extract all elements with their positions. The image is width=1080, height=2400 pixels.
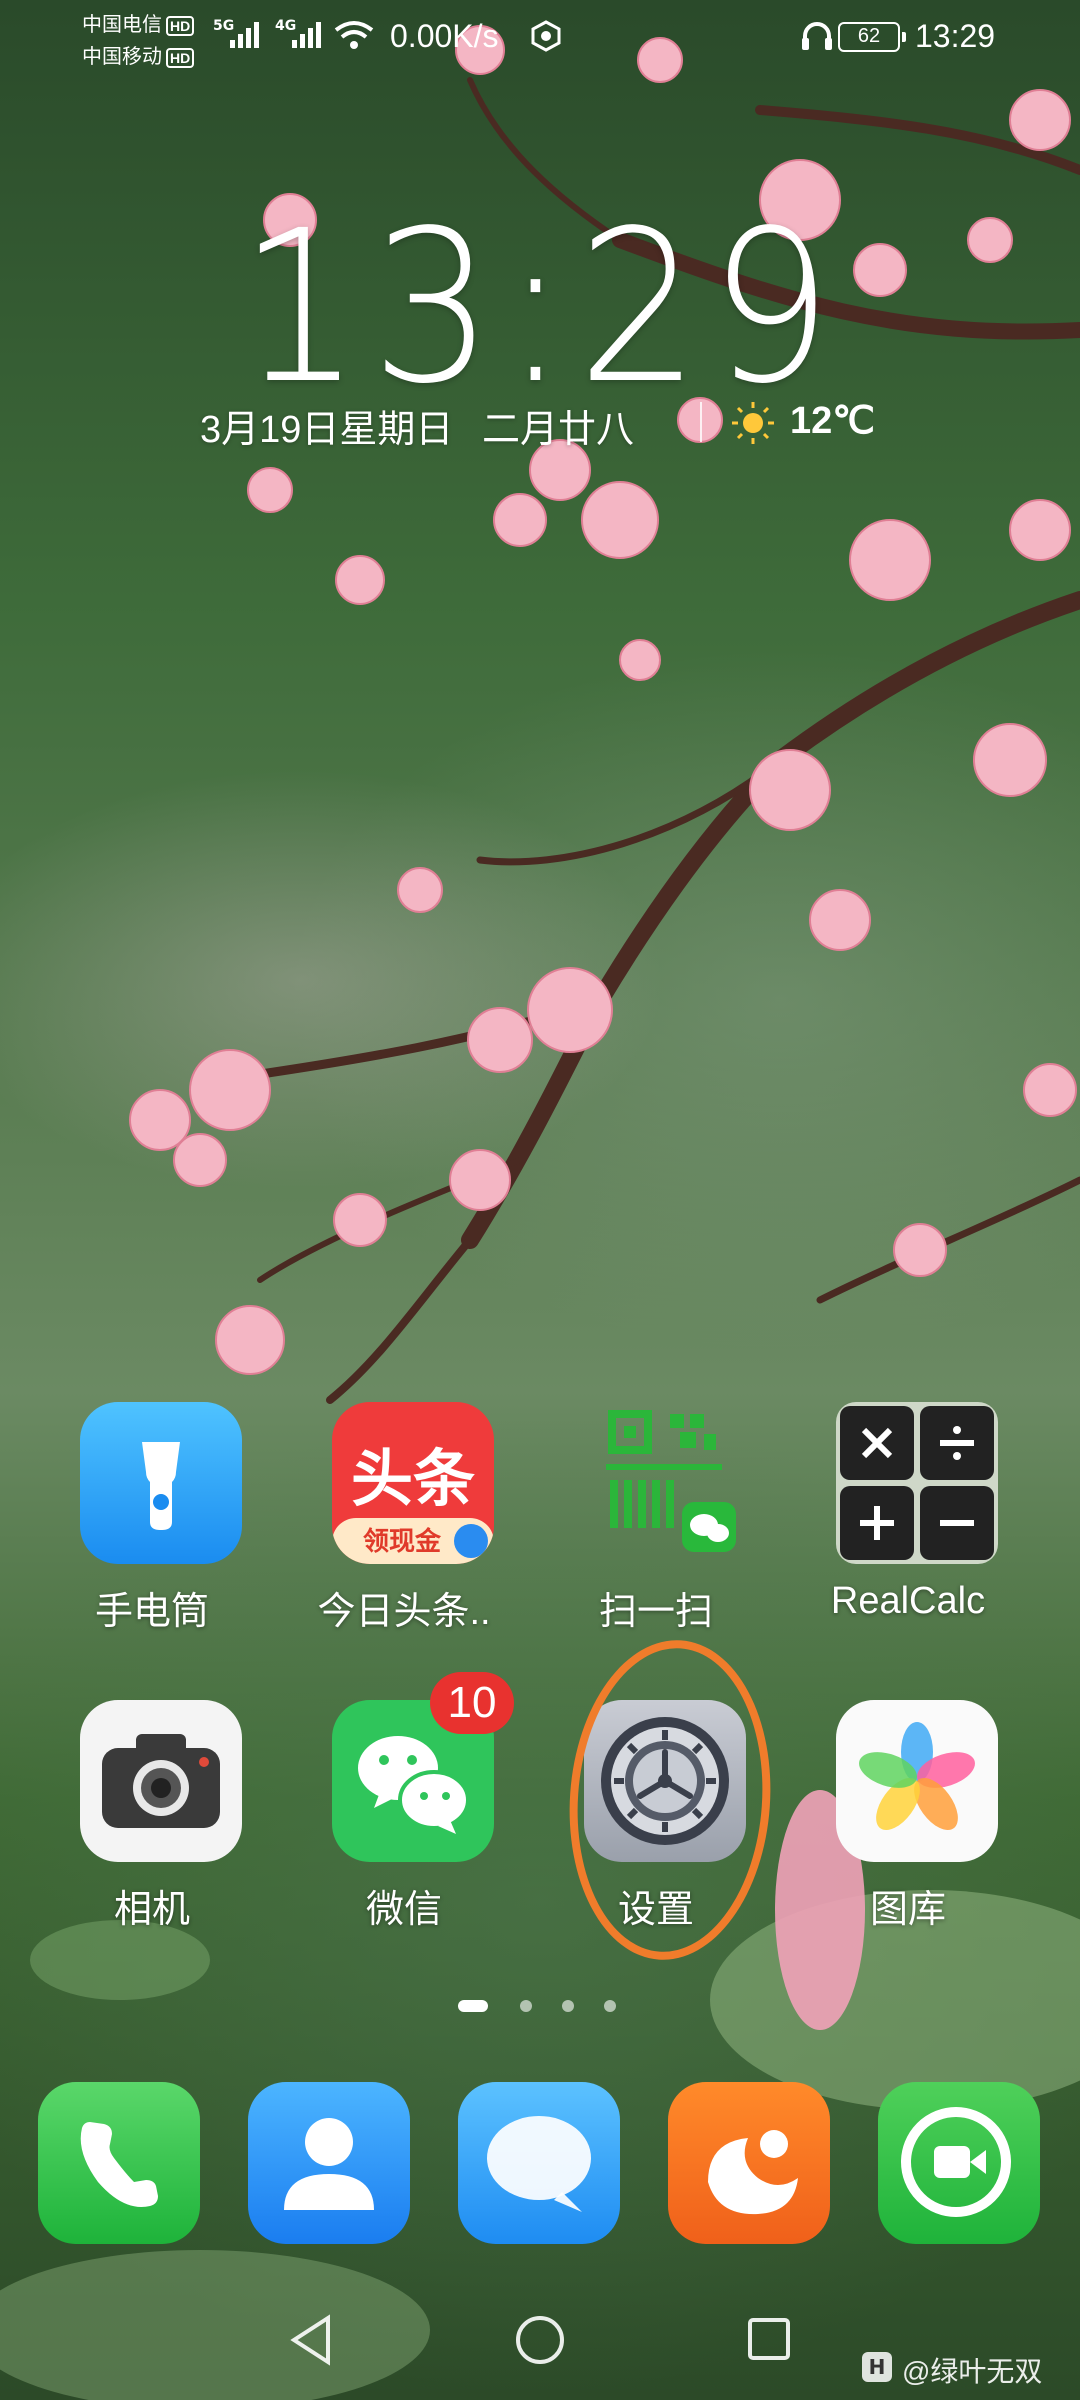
carrier-1: 中国电信 HD [82,8,195,37]
nfc-icon [531,20,561,52]
messages-icon [487,2116,591,2212]
app-label: 手电筒 [94,1591,209,1633]
gallery-icon [836,1700,998,1862]
page-dot [604,2000,616,2012]
uc-browser-icon [708,2130,798,2215]
toutiao-icon: 头条 领现金 [332,1402,494,1564]
camera-icon [80,1700,242,1862]
battery-indicator: 62 [838,22,906,52]
app-label: 今日头条.. [317,1591,491,1633]
dock-video-call[interactable] [878,2082,1040,2244]
app-gallery[interactable]: 图库 [818,1700,998,1940]
carrier-2: 中国移动 HD [82,40,195,69]
app-label: 微信 [365,1889,442,1931]
sun-icon [732,402,774,444]
phone-icon [80,2122,158,2207]
page-dot [562,2000,574,2012]
app-scan[interactable]: 扫一扫 [566,1402,746,1642]
flashlight-icon [80,1402,242,1564]
app-realcalc[interactable]: RealCalc [818,1402,998,1642]
lockscreen-clock[interactable]: 13:29 [43,185,1037,430]
back-button[interactable] [288,2310,334,2370]
temperature[interactable]: 12℃ [790,398,875,443]
headphones-icon [802,22,832,50]
recents-button[interactable] [744,2310,794,2370]
network-speed: 0.00K/s [390,18,499,54]
date-gregorian: 3月19日星期日 [200,409,454,451]
status-time: 13:29 [915,18,996,54]
video-call-icon [901,2107,1011,2217]
app-label: 相机 [113,1889,190,1931]
status-bar: 中国电信 HD 中国移动 HD 5G 4G 0.00K/s 62 13:29 [0,0,1080,72]
dock-phone[interactable] [38,2082,200,2244]
watermark-logo: H [862,2352,892,2382]
calculator-icon [836,1402,998,1564]
app-label: RealCalc [830,1580,986,1622]
app-wechat[interactable]: 微信 [314,1700,494,1940]
dock-contacts[interactable] [248,2082,410,2244]
date-lunar: 二月廿八 [481,409,634,451]
dock-messages[interactable] [458,2082,620,2244]
watermark-text: @绿叶无双 [902,2356,1043,2387]
app-flashlight[interactable]: 手电筒 [62,1402,242,1642]
app-toutiao[interactable]: 头条 领现金 今日头条.. [314,1402,494,1642]
signal-strength-icon [230,22,259,48]
date-text[interactable]: 3月19日星期日 二月廿八 [200,398,634,453]
signal-strength-icon [292,22,321,48]
unread-badge: 10 [430,1672,514,1734]
page-indicator[interactable] [458,1998,618,2012]
app-label: 扫一扫 [598,1591,713,1633]
contacts-icon [284,2118,374,2210]
date-separator [700,402,702,442]
home-button[interactable] [514,2310,566,2370]
qr-scan-icon [584,1402,746,1564]
page-dot-active [458,2000,488,2012]
page-dot [520,2000,532,2012]
app-camera[interactable]: 相机 [62,1700,242,1940]
app-label: 图库 [869,1889,946,1931]
wifi-icon [334,21,374,49]
dock-uc-browser[interactable] [668,2082,830,2244]
